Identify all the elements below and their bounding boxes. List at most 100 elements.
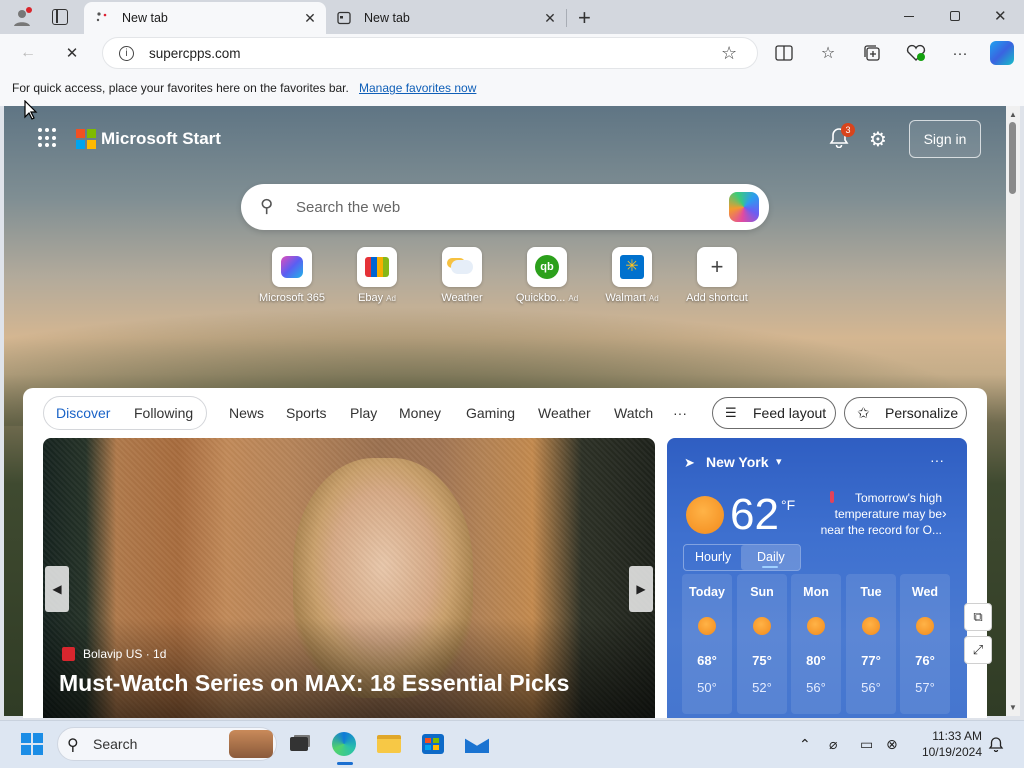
collections-icon[interactable] xyxy=(858,39,886,67)
tab-sports[interactable]: Sports xyxy=(286,405,326,421)
tab-discover[interactable]: Discover xyxy=(56,405,110,421)
sign-in-button[interactable]: Sign in xyxy=(909,120,981,158)
back-arrow-icon[interactable]: ← xyxy=(14,39,42,67)
close-tab-icon[interactable]: ✕ xyxy=(538,6,562,30)
feedback-icon[interactable]: ⧉ xyxy=(964,603,992,631)
shortcut-walmart[interactable]: ✳ Walmart Ad xyxy=(592,247,672,304)
shortcut-weather[interactable]: Weather xyxy=(422,247,502,304)
sliders-icon: ☰ xyxy=(725,405,737,420)
tab-money[interactable]: Money xyxy=(399,405,441,421)
shortcut-microsoft-365[interactable]: Microsoft 365 xyxy=(252,247,332,304)
article-headline[interactable]: Must-Watch Series on MAX: 18 Essential P… xyxy=(59,670,569,697)
carousel-next-icon[interactable]: ▶ xyxy=(629,566,653,612)
more-options-icon[interactable]: ··· xyxy=(946,39,974,67)
forecast-high: 76° xyxy=(915,653,935,668)
microsoft-store-icon[interactable] xyxy=(420,731,446,757)
settings-gear-icon[interactable]: ⚙ xyxy=(869,127,887,152)
page-scrollbar[interactable] xyxy=(1006,106,1020,716)
tab-weather[interactable]: Weather xyxy=(538,405,591,421)
sunny-icon xyxy=(698,617,716,635)
taskbar-search-label[interactable]: Search xyxy=(93,736,137,752)
search-highlight-image[interactable] xyxy=(229,730,273,758)
new-tab-plus-icon[interactable]: + xyxy=(578,5,591,31)
ad-label: Ad xyxy=(648,294,659,303)
search-icon: ⚲ xyxy=(67,737,79,754)
windows-start-icon[interactable] xyxy=(21,733,43,755)
search-input[interactable]: Search the web xyxy=(296,199,400,216)
file-explorer-icon[interactable] xyxy=(376,731,402,757)
close-window-icon[interactable]: ✕ xyxy=(994,7,1007,25)
brand-title[interactable]: Microsoft Start xyxy=(101,129,221,149)
site-info-icon[interactable]: i xyxy=(119,46,134,61)
tab-divider xyxy=(566,9,567,27)
favorites-icon[interactable]: ☆ xyxy=(814,39,842,67)
plus-icon: + xyxy=(697,247,737,287)
browser-essentials-icon[interactable] xyxy=(902,39,930,67)
shortcut-quickbooks[interactable]: qb Quickbo... Ad xyxy=(507,247,587,304)
personalize-button[interactable]: ✩ Personalize xyxy=(844,397,967,429)
weather-city[interactable]: New York xyxy=(706,454,769,470)
network-disconnected-icon[interactable]: ⌀ xyxy=(829,736,837,753)
tab-gaming[interactable]: Gaming xyxy=(466,405,515,421)
volume-muted-icon[interactable]: ⊗ xyxy=(886,736,898,753)
tab-following[interactable]: Following xyxy=(134,405,193,421)
display-icon[interactable]: ▭ xyxy=(860,736,873,753)
address-bar[interactable]: i supercpps.com ☆ xyxy=(102,37,758,69)
scroll-down-arrow-icon[interactable]: ▼ xyxy=(1008,703,1018,712)
tab-new-tab[interactable]: New tab ✕ xyxy=(326,2,566,34)
favorite-star-icon[interactable]: ☆ xyxy=(721,43,737,64)
chevron-right-icon[interactable]: › xyxy=(942,505,947,521)
favorites-bar: For quick access, place your favorites h… xyxy=(0,72,1024,106)
split-screen-icon[interactable] xyxy=(770,39,798,67)
tab-play[interactable]: Play xyxy=(350,405,377,421)
temperature-unit[interactable]: °F xyxy=(781,497,795,513)
app-launcher-icon[interactable] xyxy=(38,128,58,148)
manage-favorites-link[interactable]: Manage favorites now xyxy=(359,81,476,95)
restore-icon[interactable] xyxy=(950,11,960,21)
copilot-icon[interactable] xyxy=(729,192,759,222)
mail-icon[interactable] xyxy=(464,731,490,757)
url-text[interactable]: supercpps.com xyxy=(149,46,241,61)
profile-icon[interactable] xyxy=(12,7,32,27)
shortcut-label: Quickbo... xyxy=(515,292,566,304)
source-logo-icon xyxy=(62,647,75,661)
tab-daily[interactable]: Daily xyxy=(757,550,785,564)
article-source[interactable]: Bolavip US · 1d xyxy=(83,647,166,661)
carousel-prev-icon[interactable]: ◀ xyxy=(45,566,69,612)
feed-layout-label: Feed layout xyxy=(753,405,827,421)
copilot-sidebar-icon[interactable] xyxy=(990,41,1014,65)
chevron-down-icon[interactable]: ▾ xyxy=(776,455,782,468)
minimize-icon[interactable] xyxy=(904,16,914,17)
more-tabs-button[interactable]: ··· xyxy=(673,405,687,421)
notifications-bell-icon[interactable] xyxy=(988,736,1004,755)
clock-time[interactable]: 11:33 AM xyxy=(930,729,982,743)
shortcut-add[interactable]: + Add shortcut xyxy=(677,247,757,304)
forecast-high: 80° xyxy=(806,653,826,668)
scrollbar-thumb[interactable] xyxy=(1009,122,1016,194)
forecast-high: 77° xyxy=(861,653,881,668)
task-view-icon[interactable] xyxy=(286,731,312,757)
tab-actions-icon[interactable] xyxy=(52,9,68,25)
microsoft365-icon xyxy=(272,247,312,287)
tab-new-tab-active[interactable]: New tab ✕ xyxy=(84,2,326,34)
shortcut-label: Walmart xyxy=(605,292,646,304)
feed-layout-button[interactable]: ☰ Feed layout xyxy=(712,397,836,429)
tab-title: New tab xyxy=(364,11,410,25)
expand-icon[interactable]: ⤢ xyxy=(964,636,992,664)
weather-more-icon[interactable]: ··· xyxy=(930,452,944,468)
tab-title: New tab xyxy=(122,11,168,25)
tab-news[interactable]: News xyxy=(229,405,264,421)
show-hidden-icons-chevron-icon[interactable]: ⌃ xyxy=(799,736,811,753)
stop-loading-icon[interactable]: ✕ xyxy=(58,39,86,67)
clock-date[interactable]: 10/19/2024 xyxy=(918,745,982,759)
forecast-day-name: Wed xyxy=(911,585,939,599)
notification-count-badge: 3 xyxy=(841,123,855,137)
weather-alert[interactable]: Tomorrow's high temperature may be near … xyxy=(808,490,942,538)
shortcut-ebay[interactable]: Ebay Ad xyxy=(337,247,417,304)
personalize-label: Personalize xyxy=(885,405,959,421)
tab-watch[interactable]: Watch xyxy=(614,405,653,421)
tab-hourly[interactable]: Hourly xyxy=(695,550,731,564)
close-tab-icon[interactable]: ✕ xyxy=(298,6,322,30)
edge-browser-icon[interactable] xyxy=(331,731,357,757)
scroll-up-arrow-icon[interactable]: ▲ xyxy=(1008,110,1018,119)
